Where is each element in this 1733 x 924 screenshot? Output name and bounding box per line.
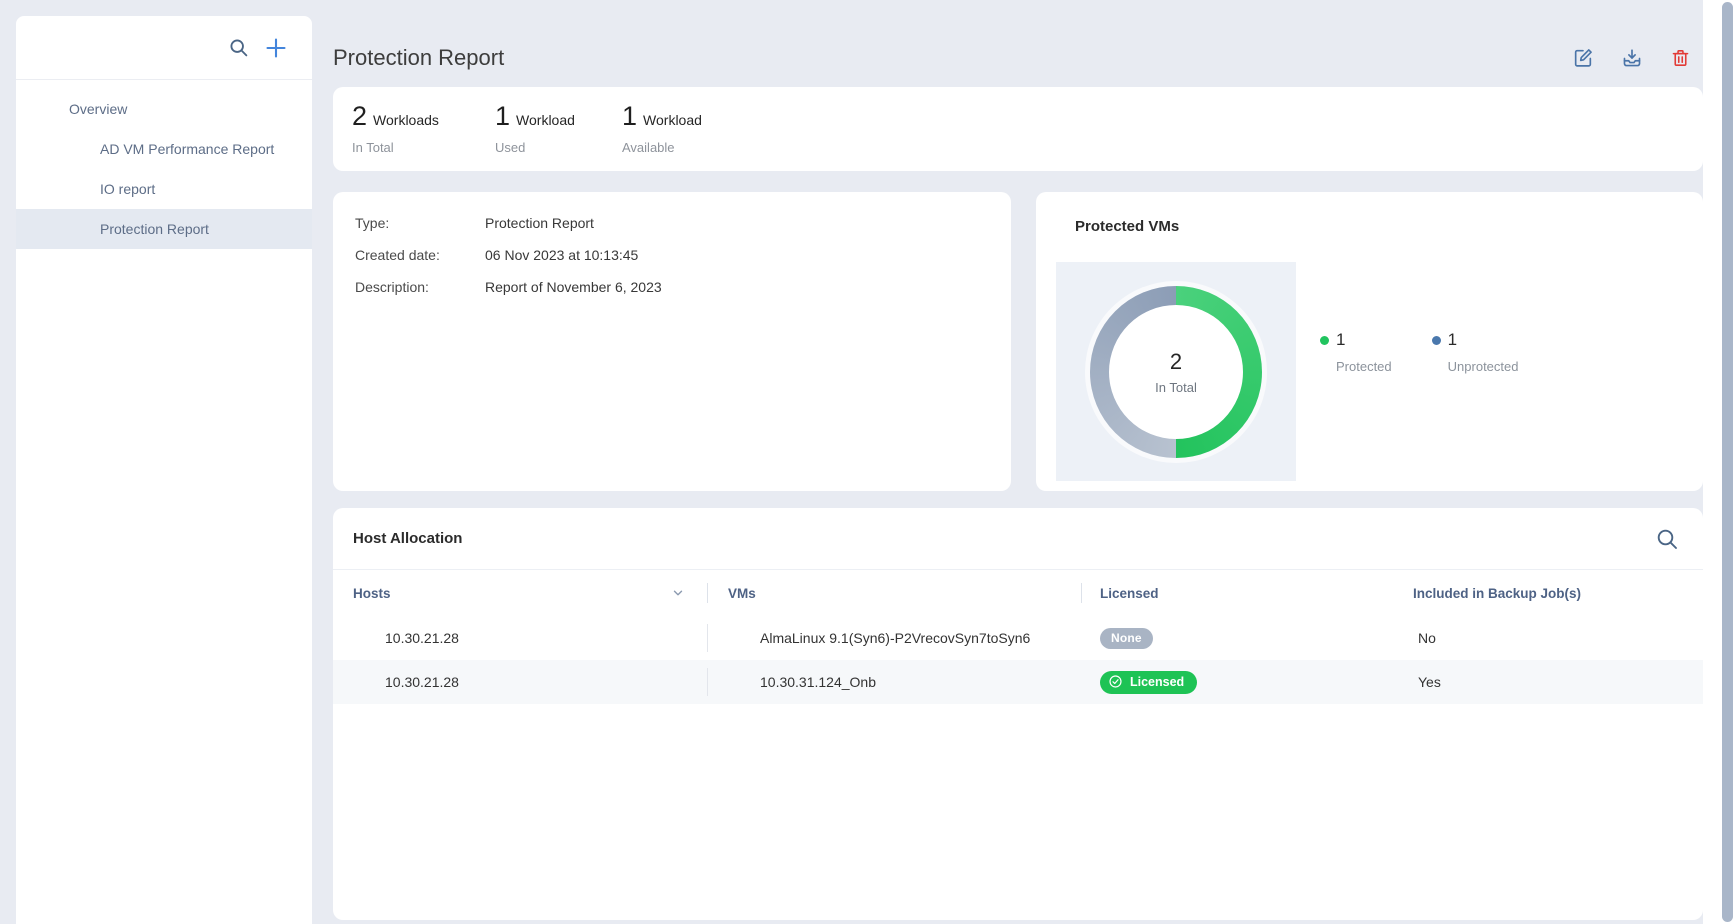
stat-available-unit: Workload <box>643 112 702 128</box>
detail-type-label: Type: <box>355 214 485 232</box>
table-header-row: Hosts VMs Licensed Included in Backup Jo… <box>333 570 1703 616</box>
host-allocation-card: Host Allocation Hosts VMs Licensed <box>333 508 1703 920</box>
sidebar-item-ad-vm-performance-report[interactable]: AD VM Performance Report <box>16 129 312 169</box>
sidebar-header <box>16 16 312 80</box>
edit-icon[interactable] <box>1572 47 1594 69</box>
stat-total: 2 Workloads In Total <box>352 101 495 171</box>
cell-divider <box>707 624 708 652</box>
table-row[interactable]: 10.30.21.28 AlmaLinux 9.1(Syn6)-P2Vrecov… <box>333 616 1703 660</box>
column-header-licensed: Licensed <box>1100 570 1159 616</box>
stat-available-value: 1 <box>622 101 637 132</box>
main-area: Protection Report <box>333 0 1703 924</box>
legend-unprotected-value: 1 <box>1448 330 1457 350</box>
protected-vms-title: Protected VMs <box>1075 218 1179 235</box>
column-header-included: Included in Backup Job(s) <box>1413 570 1581 616</box>
cell-divider <box>707 668 708 696</box>
stat-used: 1 Workload Used <box>495 101 622 171</box>
search-icon[interactable] <box>228 37 249 58</box>
scrollbar-track[interactable] <box>1703 0 1733 924</box>
cell-licensed: Licensed <box>1100 660 1197 704</box>
cell-licensed: None <box>1100 616 1153 660</box>
license-licensed-label: Licensed <box>1130 675 1184 689</box>
detail-created-label: Created date: <box>355 246 485 264</box>
table-search-icon[interactable] <box>1655 527 1679 551</box>
column-divider <box>1081 583 1082 603</box>
column-header-hosts: Hosts <box>353 570 391 616</box>
stat-available: 1 Workload Available <box>622 101 702 171</box>
protected-dot-icon <box>1320 336 1329 345</box>
chevron-down-icon[interactable] <box>671 586 685 605</box>
donut-legend: 1 Protected 1 Unprotected <box>1320 330 1518 374</box>
legend-protected: 1 Protected <box>1320 330 1392 374</box>
protected-vms-donut-chart: 2 In Total <box>1090 286 1262 458</box>
stat-used-value: 1 <box>495 101 510 132</box>
title-row: Protection Report <box>333 38 1703 78</box>
stat-used-unit: Workload <box>516 112 575 128</box>
detail-row-created-date: Created date: 06 Nov 2023 at 10:13:45 <box>355 246 1011 264</box>
detail-row-description: Description: Report of November 6, 2023 <box>355 278 1011 296</box>
stat-total-unit: Workloads <box>373 112 439 128</box>
cell-host: 10.30.21.28 <box>385 660 459 704</box>
detail-description-value: Report of November 6, 2023 <box>485 278 662 296</box>
sidebar-item-io-report[interactable]: IO report <box>16 169 312 209</box>
legend-unprotected-label: Unprotected <box>1448 359 1519 374</box>
donut-total-label: In Total <box>1155 380 1197 395</box>
workload-summary-card: 2 Workloads In Total 1 Workload Used 1 W… <box>333 87 1703 171</box>
cell-included: No <box>1418 616 1436 660</box>
license-none-badge: None <box>1100 628 1153 649</box>
host-allocation-header: Host Allocation <box>333 508 1703 570</box>
stat-total-value: 2 <box>352 101 367 132</box>
page-title: Protection Report <box>333 45 504 71</box>
delete-icon[interactable] <box>1670 47 1691 69</box>
cell-vm: AlmaLinux 9.1(Syn6)-P2VrecovSyn7toSyn6 <box>760 616 1030 660</box>
host-allocation-title: Host Allocation <box>353 530 462 547</box>
sidebar-item-protection-report[interactable]: Protection Report <box>16 209 312 249</box>
sidebar: Overview AD VM Performance Report IO rep… <box>16 16 312 924</box>
license-licensed-badge: Licensed <box>1100 671 1197 694</box>
donut-total-value: 2 <box>1170 349 1182 375</box>
donut-center: 2 In Total <box>1109 305 1243 439</box>
legend-protected-label: Protected <box>1336 359 1392 374</box>
protected-vms-card: Protected VMs 2 In Total 1 Protected <box>1036 192 1703 491</box>
column-divider <box>707 583 708 603</box>
legend-protected-value: 1 <box>1336 330 1345 350</box>
plus-icon[interactable] <box>264 36 288 60</box>
cell-vm: 10.30.31.124_Onb <box>760 660 876 704</box>
stat-used-caption: Used <box>495 140 622 155</box>
sidebar-item-overview[interactable]: Overview <box>16 89 312 129</box>
legend-unprotected: 1 Unprotected <box>1432 330 1519 374</box>
cell-included: Yes <box>1418 660 1441 704</box>
stat-total-caption: In Total <box>352 140 495 155</box>
detail-row-type: Type: Protection Report <box>355 214 1011 232</box>
column-header-vms: VMs <box>728 570 756 616</box>
stat-available-caption: Available <box>622 140 702 155</box>
check-circle-icon <box>1109 675 1122 688</box>
protection-report-page: Overview AD VM Performance Report IO rep… <box>0 0 1733 924</box>
report-details-card: Type: Protection Report Created date: 06… <box>333 192 1011 491</box>
protected-vms-chart-panel: 2 In Total <box>1056 262 1296 481</box>
detail-created-value: 06 Nov 2023 at 10:13:45 <box>485 246 638 264</box>
download-icon[interactable] <box>1621 47 1643 69</box>
detail-type-value: Protection Report <box>485 214 594 232</box>
report-nav: Overview AD VM Performance Report IO rep… <box>16 80 312 249</box>
unprotected-dot-icon <box>1432 336 1441 345</box>
table-row[interactable]: 10.30.21.28 10.30.31.124_Onb Licensed Ye… <box>333 660 1703 704</box>
title-actions <box>1572 47 1703 69</box>
scrollbar-thumb[interactable] <box>1722 2 1733 922</box>
detail-description-label: Description: <box>355 278 485 296</box>
cell-host: 10.30.21.28 <box>385 616 459 660</box>
